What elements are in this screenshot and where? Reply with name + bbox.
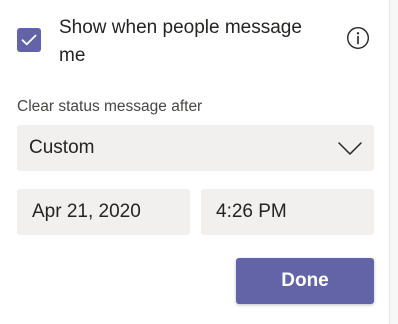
time-picker-field[interactable]: 4:26 PM — [201, 189, 374, 235]
clear-after-label: Clear status message after — [17, 98, 203, 115]
clear-after-dropdown[interactable]: Custom — [17, 125, 374, 171]
done-button[interactable]: Done — [236, 258, 374, 304]
chevron-down-icon — [338, 138, 362, 158]
show-message-checkbox[interactable] — [17, 28, 41, 52]
info-circle-icon[interactable] — [346, 26, 370, 50]
clear-after-value: Custom — [29, 137, 95, 158]
date-picker-field[interactable]: Apr 21, 2020 — [17, 189, 190, 235]
scrollbar-track[interactable] — [390, 0, 398, 324]
date-value: Apr 21, 2020 — [32, 201, 141, 222]
time-value: 4:26 PM — [216, 201, 287, 222]
show-message-label: Show when people message me — [59, 17, 302, 66]
checkmark-icon — [21, 34, 37, 46]
